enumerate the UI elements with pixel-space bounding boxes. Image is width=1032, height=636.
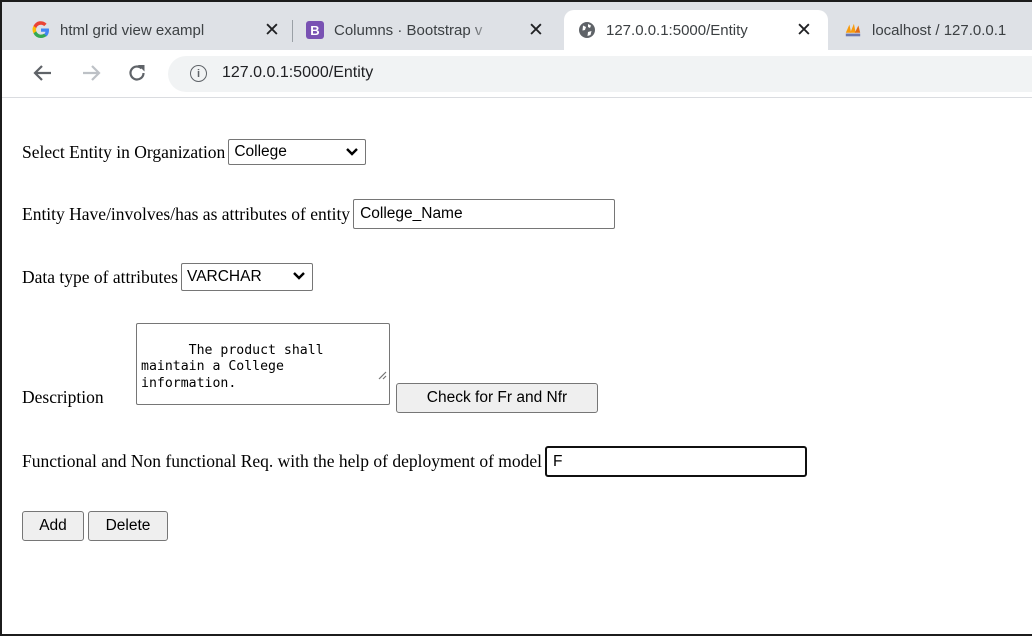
description-label: Description xyxy=(22,387,104,407)
description-text: The product shall maintain a College inf… xyxy=(141,342,324,391)
datatype-select-value: VARCHAR xyxy=(187,268,262,285)
datatype-select[interactable]: VARCHAR xyxy=(181,263,313,291)
tab-phpmyadmin[interactable]: localhost / 127.0.0.1 xyxy=(844,10,1032,50)
datatype-label: Data type of attributes xyxy=(22,266,178,287)
description-textarea[interactable]: The product shall maintain a College inf… xyxy=(136,323,390,405)
attribute-input[interactable]: College_Name xyxy=(353,199,616,229)
fr-row: Functional and Non functional Req. with … xyxy=(22,446,808,477)
forward-arrow-icon[interactable] xyxy=(80,62,102,84)
reload-icon[interactable] xyxy=(126,62,148,84)
close-tab-icon[interactable]: ✕ xyxy=(264,19,280,42)
entity-select-value: College xyxy=(234,143,287,160)
tab-separator xyxy=(292,20,293,42)
delete-button[interactable]: Delete xyxy=(88,511,168,541)
globe-icon xyxy=(578,21,596,39)
datatype-row: Data type of attributes VARCHAR xyxy=(22,263,313,291)
attribute-label: Entity Have/involves/has as attributes o… xyxy=(22,203,351,224)
tab-bootstrap-columns[interactable]: B Columns · Bootstrap v ✕ xyxy=(306,10,556,50)
check-fr-nfr-button[interactable]: Check for Fr and Nfr xyxy=(396,383,598,413)
page-content: Select Entity in Organization College En… xyxy=(2,99,1032,634)
google-icon xyxy=(32,21,50,39)
phpmyadmin-icon xyxy=(844,21,862,39)
attribute-input-value: College_Name xyxy=(360,205,463,222)
chevron-down-icon xyxy=(292,267,306,290)
back-arrow-icon[interactable] xyxy=(32,62,54,84)
tab-entity-active[interactable]: 127.0.0.1:5000/Entity ✕ xyxy=(564,10,828,50)
fr-label: Functional and Non functional Req. with … xyxy=(22,451,543,471)
entity-label: Select Entity in Organization xyxy=(22,141,226,162)
info-icon[interactable]: i xyxy=(190,65,207,82)
close-tab-icon[interactable]: ✕ xyxy=(796,19,812,42)
close-tab-icon[interactable]: ✕ xyxy=(528,19,544,42)
browser-window: html grid view exampl ✕ B Columns · Boot… xyxy=(0,0,1032,636)
resize-handle-icon[interactable] xyxy=(313,353,387,403)
address-bar[interactable]: i 127.0.0.1:5000/Entity xyxy=(168,56,1032,92)
bootstrap-icon: B xyxy=(306,21,324,39)
fr-input[interactable]: F xyxy=(545,446,808,477)
add-button[interactable]: Add xyxy=(22,511,84,541)
tab-google-search[interactable]: html grid view exampl ✕ xyxy=(32,10,287,50)
url-text[interactable]: 127.0.0.1:5000/Entity xyxy=(222,64,373,82)
tab-strip: html grid view exampl ✕ B Columns · Boot… xyxy=(2,2,1032,50)
browser-toolbar: i 127.0.0.1:5000/Entity xyxy=(2,50,1032,98)
entity-select[interactable]: College xyxy=(228,139,367,166)
tab-title: localhost / 127.0.0.1 xyxy=(872,21,1007,39)
fr-input-value: F xyxy=(553,452,563,470)
svg-text:B: B xyxy=(310,23,319,38)
chevron-down-icon xyxy=(345,143,359,166)
entity-row: Select Entity in Organization College xyxy=(22,139,367,166)
tab-title: 127.0.0.1:5000/Entity xyxy=(606,21,748,39)
attribute-row: Entity Have/involves/has as attributes o… xyxy=(22,199,616,229)
